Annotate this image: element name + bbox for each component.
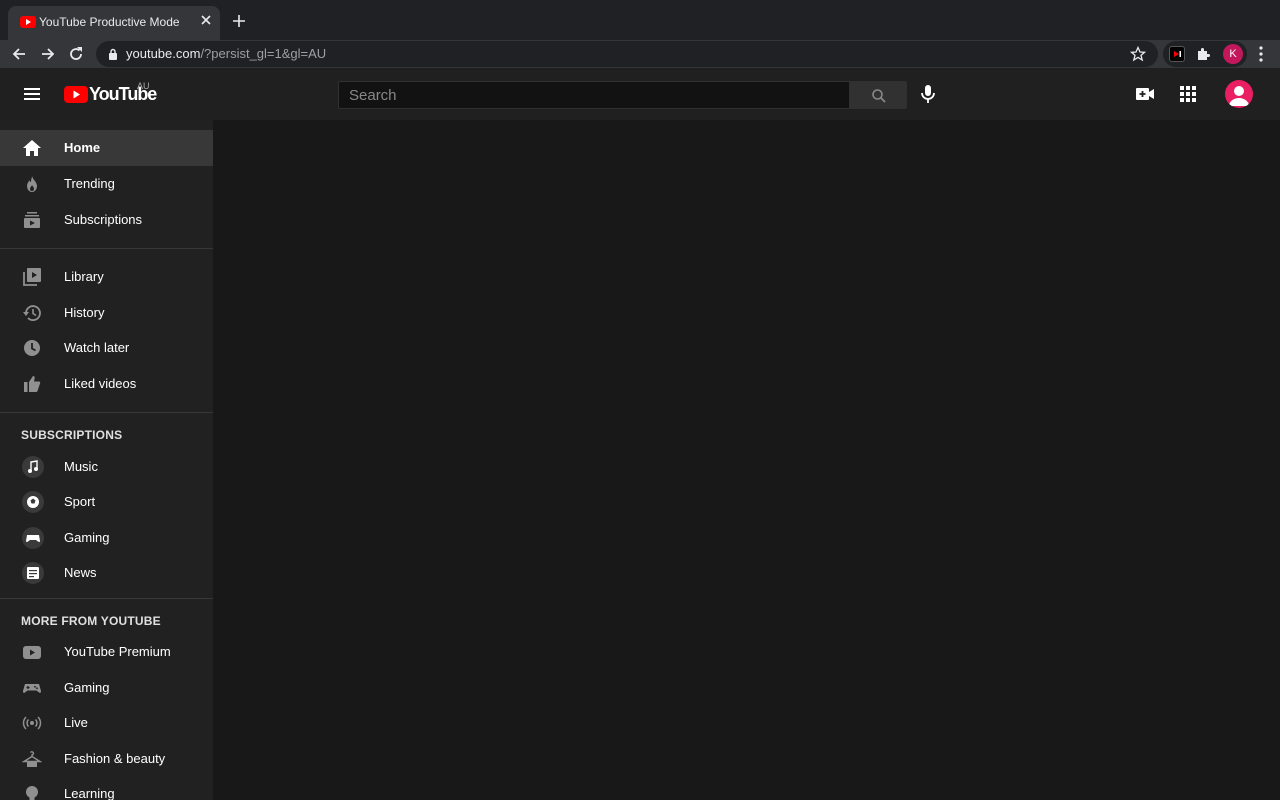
youtube-header: YouTube AU: [0, 68, 1280, 120]
country-code: AU: [137, 81, 150, 91]
main-content-area: [213, 120, 1280, 800]
sidebar-item-news[interactable]: News: [0, 555, 213, 591]
sidebar-divider: [0, 248, 213, 249]
new-tab-icon[interactable]: [231, 13, 247, 29]
sidebar-item-label: Subscriptions: [64, 212, 143, 227]
hamburger-menu-icon[interactable]: [20, 82, 44, 106]
sport-icon: [27, 496, 39, 508]
gaming-icon: [26, 535, 40, 543]
sidebar-item-library[interactable]: Library: [0, 259, 213, 295]
user-avatar[interactable]: [1225, 80, 1253, 108]
more-from-youtube-section-title: MORE FROM YOUTUBE: [21, 614, 161, 628]
sidebar-item-label: Gaming: [64, 530, 110, 545]
sidebar-item-music[interactable]: Music: [0, 449, 213, 485]
lock-icon: [109, 48, 117, 60]
youtube-logo[interactable]: YouTube AU: [64, 81, 164, 106]
youtube-favicon-icon: [20, 16, 36, 28]
sidebar-item-label: Liked videos: [64, 376, 137, 391]
music-icon: [28, 460, 38, 473]
library-icon: [23, 268, 41, 286]
url-text: youtube.com/?persist_gl=1&gl=AU: [126, 46, 326, 61]
sidebar-item-gaming[interactable]: Gaming: [0, 520, 213, 556]
sidebar-item-home[interactable]: Home: [0, 130, 213, 166]
url-path: /?persist_gl=1&gl=AU: [200, 46, 327, 61]
extensions-puzzle-icon[interactable]: [1195, 46, 1211, 62]
sidebar-item-watch-later[interactable]: Watch later: [0, 330, 213, 366]
create-video-icon[interactable]: [1133, 82, 1157, 106]
watch-later-icon: [24, 340, 40, 356]
hanger-icon: [22, 751, 42, 767]
browser-toolbar: youtube.com/?persist_gl=1&gl=AU K: [0, 40, 1280, 68]
sidebar-divider: [0, 598, 213, 599]
sidebar-item-label: Music: [64, 459, 98, 474]
youtube-logo-icon: [64, 86, 88, 103]
close-icon[interactable]: [198, 12, 214, 28]
music-channel-avatar: [22, 456, 44, 478]
sidebar-item-youtube-premium[interactable]: YouTube Premium: [0, 634, 213, 670]
sidebar-divider: [0, 412, 213, 413]
sidebar: Home Trending Subscriptions Library Hist…: [0, 120, 213, 800]
sidebar-item-sport[interactable]: Sport: [0, 484, 213, 520]
youtube-premium-icon: [23, 646, 41, 659]
tab-title: YouTube Productive Mode: [39, 15, 180, 29]
sidebar-item-label: News: [64, 565, 97, 580]
home-icon: [23, 140, 41, 156]
browser-tab[interactable]: YouTube Productive Mode: [8, 6, 220, 40]
news-icon: [27, 567, 39, 579]
browser-profile-avatar[interactable]: K: [1223, 44, 1243, 64]
forward-arrow-icon[interactable]: [38, 44, 58, 64]
sidebar-item-label: Live: [64, 715, 88, 730]
sidebar-item-label: Sport: [64, 494, 96, 509]
sidebar-item-learning[interactable]: Learning: [0, 776, 213, 800]
microphone-icon[interactable]: [916, 82, 940, 106]
person-icon: [1229, 86, 1249, 106]
live-icon: [22, 716, 42, 730]
back-arrow-icon[interactable]: [9, 44, 29, 64]
sidebar-item-label: Learning: [64, 786, 115, 800]
browser-tabstrip: YouTube Productive Mode: [0, 0, 1280, 40]
bookmark-star-icon[interactable]: [1130, 46, 1146, 62]
sidebar-item-live[interactable]: Live: [0, 705, 213, 741]
sidebar-item-gaming-more[interactable]: Gaming: [0, 670, 213, 706]
liked-icon: [24, 376, 41, 392]
sidebar-item-liked-videos[interactable]: Liked videos: [0, 366, 213, 402]
reload-icon[interactable]: [66, 44, 86, 64]
sidebar-item-label: Fashion & beauty: [64, 751, 166, 766]
sidebar-item-label: Trending: [64, 176, 115, 191]
search-button[interactable]: [849, 81, 907, 109]
sport-channel-avatar: [22, 491, 44, 513]
sidebar-item-label: Home: [64, 140, 101, 155]
extensions-area: K: [1163, 41, 1247, 67]
more-vert-icon[interactable]: [1253, 44, 1269, 64]
sidebar-item-fashion-beauty[interactable]: Fashion & beauty: [0, 741, 213, 777]
sidebar-item-label: Gaming: [64, 680, 110, 695]
gaming-channel-avatar: [22, 527, 44, 549]
productive-mode-extension-icon[interactable]: [1169, 46, 1185, 62]
address-bar[interactable]: youtube.com/?persist_gl=1&gl=AU: [96, 41, 1158, 67]
gaming-controller-icon: [22, 684, 42, 693]
history-icon: [23, 305, 41, 321]
subscriptions-icon: [24, 212, 40, 228]
news-channel-avatar: [22, 562, 44, 584]
sidebar-item-label: Library: [64, 269, 104, 284]
lightbulb-icon: [26, 786, 38, 800]
sidebar-item-history[interactable]: History: [0, 295, 213, 331]
sidebar-item-trending[interactable]: Trending: [0, 166, 213, 202]
search-icon: [872, 89, 886, 103]
sidebar-item-label: History: [64, 305, 105, 320]
sidebar-item-label: Watch later: [64, 340, 130, 355]
subscriptions-section-title: SUBSCRIPTIONS: [21, 428, 123, 442]
sidebar-item-label: YouTube Premium: [64, 644, 171, 659]
url-host: youtube.com: [126, 46, 201, 61]
apps-grid-icon[interactable]: [1176, 82, 1200, 106]
search-input[interactable]: [338, 81, 850, 109]
trending-icon: [27, 176, 37, 192]
sidebar-item-subscriptions[interactable]: Subscriptions: [0, 202, 213, 238]
